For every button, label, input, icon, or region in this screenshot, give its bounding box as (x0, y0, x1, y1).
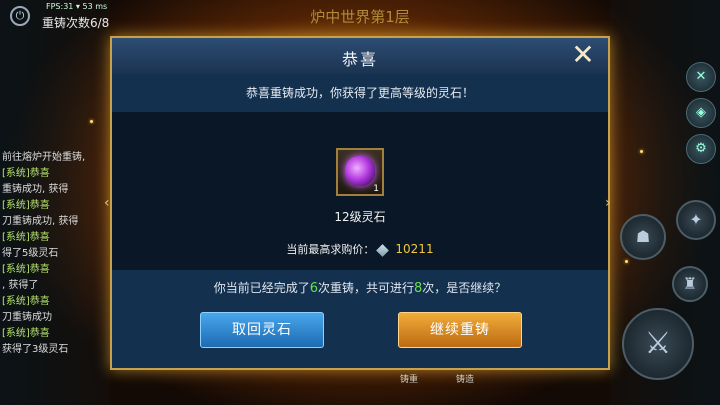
chat-line: 刀重铸成功, 获得 (2, 216, 79, 227)
skill-2-icon[interactable]: ☗ (620, 214, 666, 260)
chat-line: [系统]恭喜 (2, 296, 50, 307)
dialog-subtitle: 恭喜重铸成功，你获得了更高等级的灵石！ (112, 74, 608, 112)
skill-1-icon[interactable]: ✦ (676, 200, 716, 240)
dialog-title: 恭喜 (341, 50, 378, 69)
silver-crystal-icon (376, 243, 390, 257)
bottom-tab-forge[interactable]: 铸造 (456, 372, 474, 385)
spark-particle (640, 150, 643, 153)
completed-count: 6 (309, 281, 318, 296)
price-value: 10211 (395, 242, 434, 256)
reward-item-slot[interactable]: 1 (336, 148, 384, 196)
price-label: 当前最高求购价： (286, 243, 375, 256)
scene-title: 炉中世界第1层 (310, 8, 410, 26)
question-text: 次重铸，共可进行 (317, 281, 414, 295)
chevron-right-icon: › (605, 195, 611, 211)
chat-line: 前往熔炉开始重铸, (2, 152, 86, 163)
chat-log[interactable]: 前往熔炉开始重铸, [系统]恭喜 重铸成功, 获得 [系统]恭喜 刀重铸成功, … (2, 150, 122, 358)
skill-3-icon[interactable]: ♜ (672, 266, 708, 302)
retrieve-stone-button[interactable]: 取回灵石 (200, 312, 324, 348)
chat-line: , 获得了 (2, 280, 39, 291)
question-text: 你当前已经完成了 (213, 281, 310, 295)
item-count: 1 (373, 184, 379, 194)
auto-battle-icon[interactable]: ✕ (686, 62, 716, 92)
chat-line: [系统]恭喜 (2, 168, 50, 179)
chat-line: 刀重铸成功 (2, 312, 52, 323)
purple-spirit-stone-icon (345, 156, 375, 186)
continue-recast-button[interactable]: 继续重铸 (398, 312, 522, 348)
price-row: 当前最高求购价： 10211 (112, 241, 608, 257)
dialog-header: 恭喜 ✕ (112, 38, 608, 75)
continue-question: 你当前已经完成了6次重铸，共可进行8次，是否继续？ (112, 279, 608, 296)
recast-success-dialog: 恭喜 ✕ 恭喜重铸成功，你获得了更高等级的灵石！ 1 12级灵石 当前最高求购价… (110, 36, 610, 370)
chevron-left-icon: ‹ (104, 195, 110, 211)
attack-axe-icon[interactable]: ⚔ (622, 308, 694, 380)
chat-line: 获得了3级灵石 (2, 344, 69, 355)
spark-particle (90, 120, 93, 123)
chat-line: 得了5级灵石 (2, 248, 59, 259)
bottom-tab-recast[interactable]: 铸重 (400, 372, 418, 385)
scene-map-icon[interactable]: ◈ (686, 98, 716, 128)
chat-line: [系统]恭喜 (2, 232, 50, 243)
chat-line: [系统]恭喜 (2, 264, 50, 275)
item-name: 12级灵石 (334, 210, 386, 224)
settings-icon[interactable]: ⚙ (686, 134, 716, 164)
chat-line: [系统]恭喜 (2, 328, 50, 339)
question-text: 次，是否继续？ (422, 281, 507, 295)
spark-particle (625, 260, 628, 263)
close-icon[interactable]: ✕ (568, 41, 598, 70)
